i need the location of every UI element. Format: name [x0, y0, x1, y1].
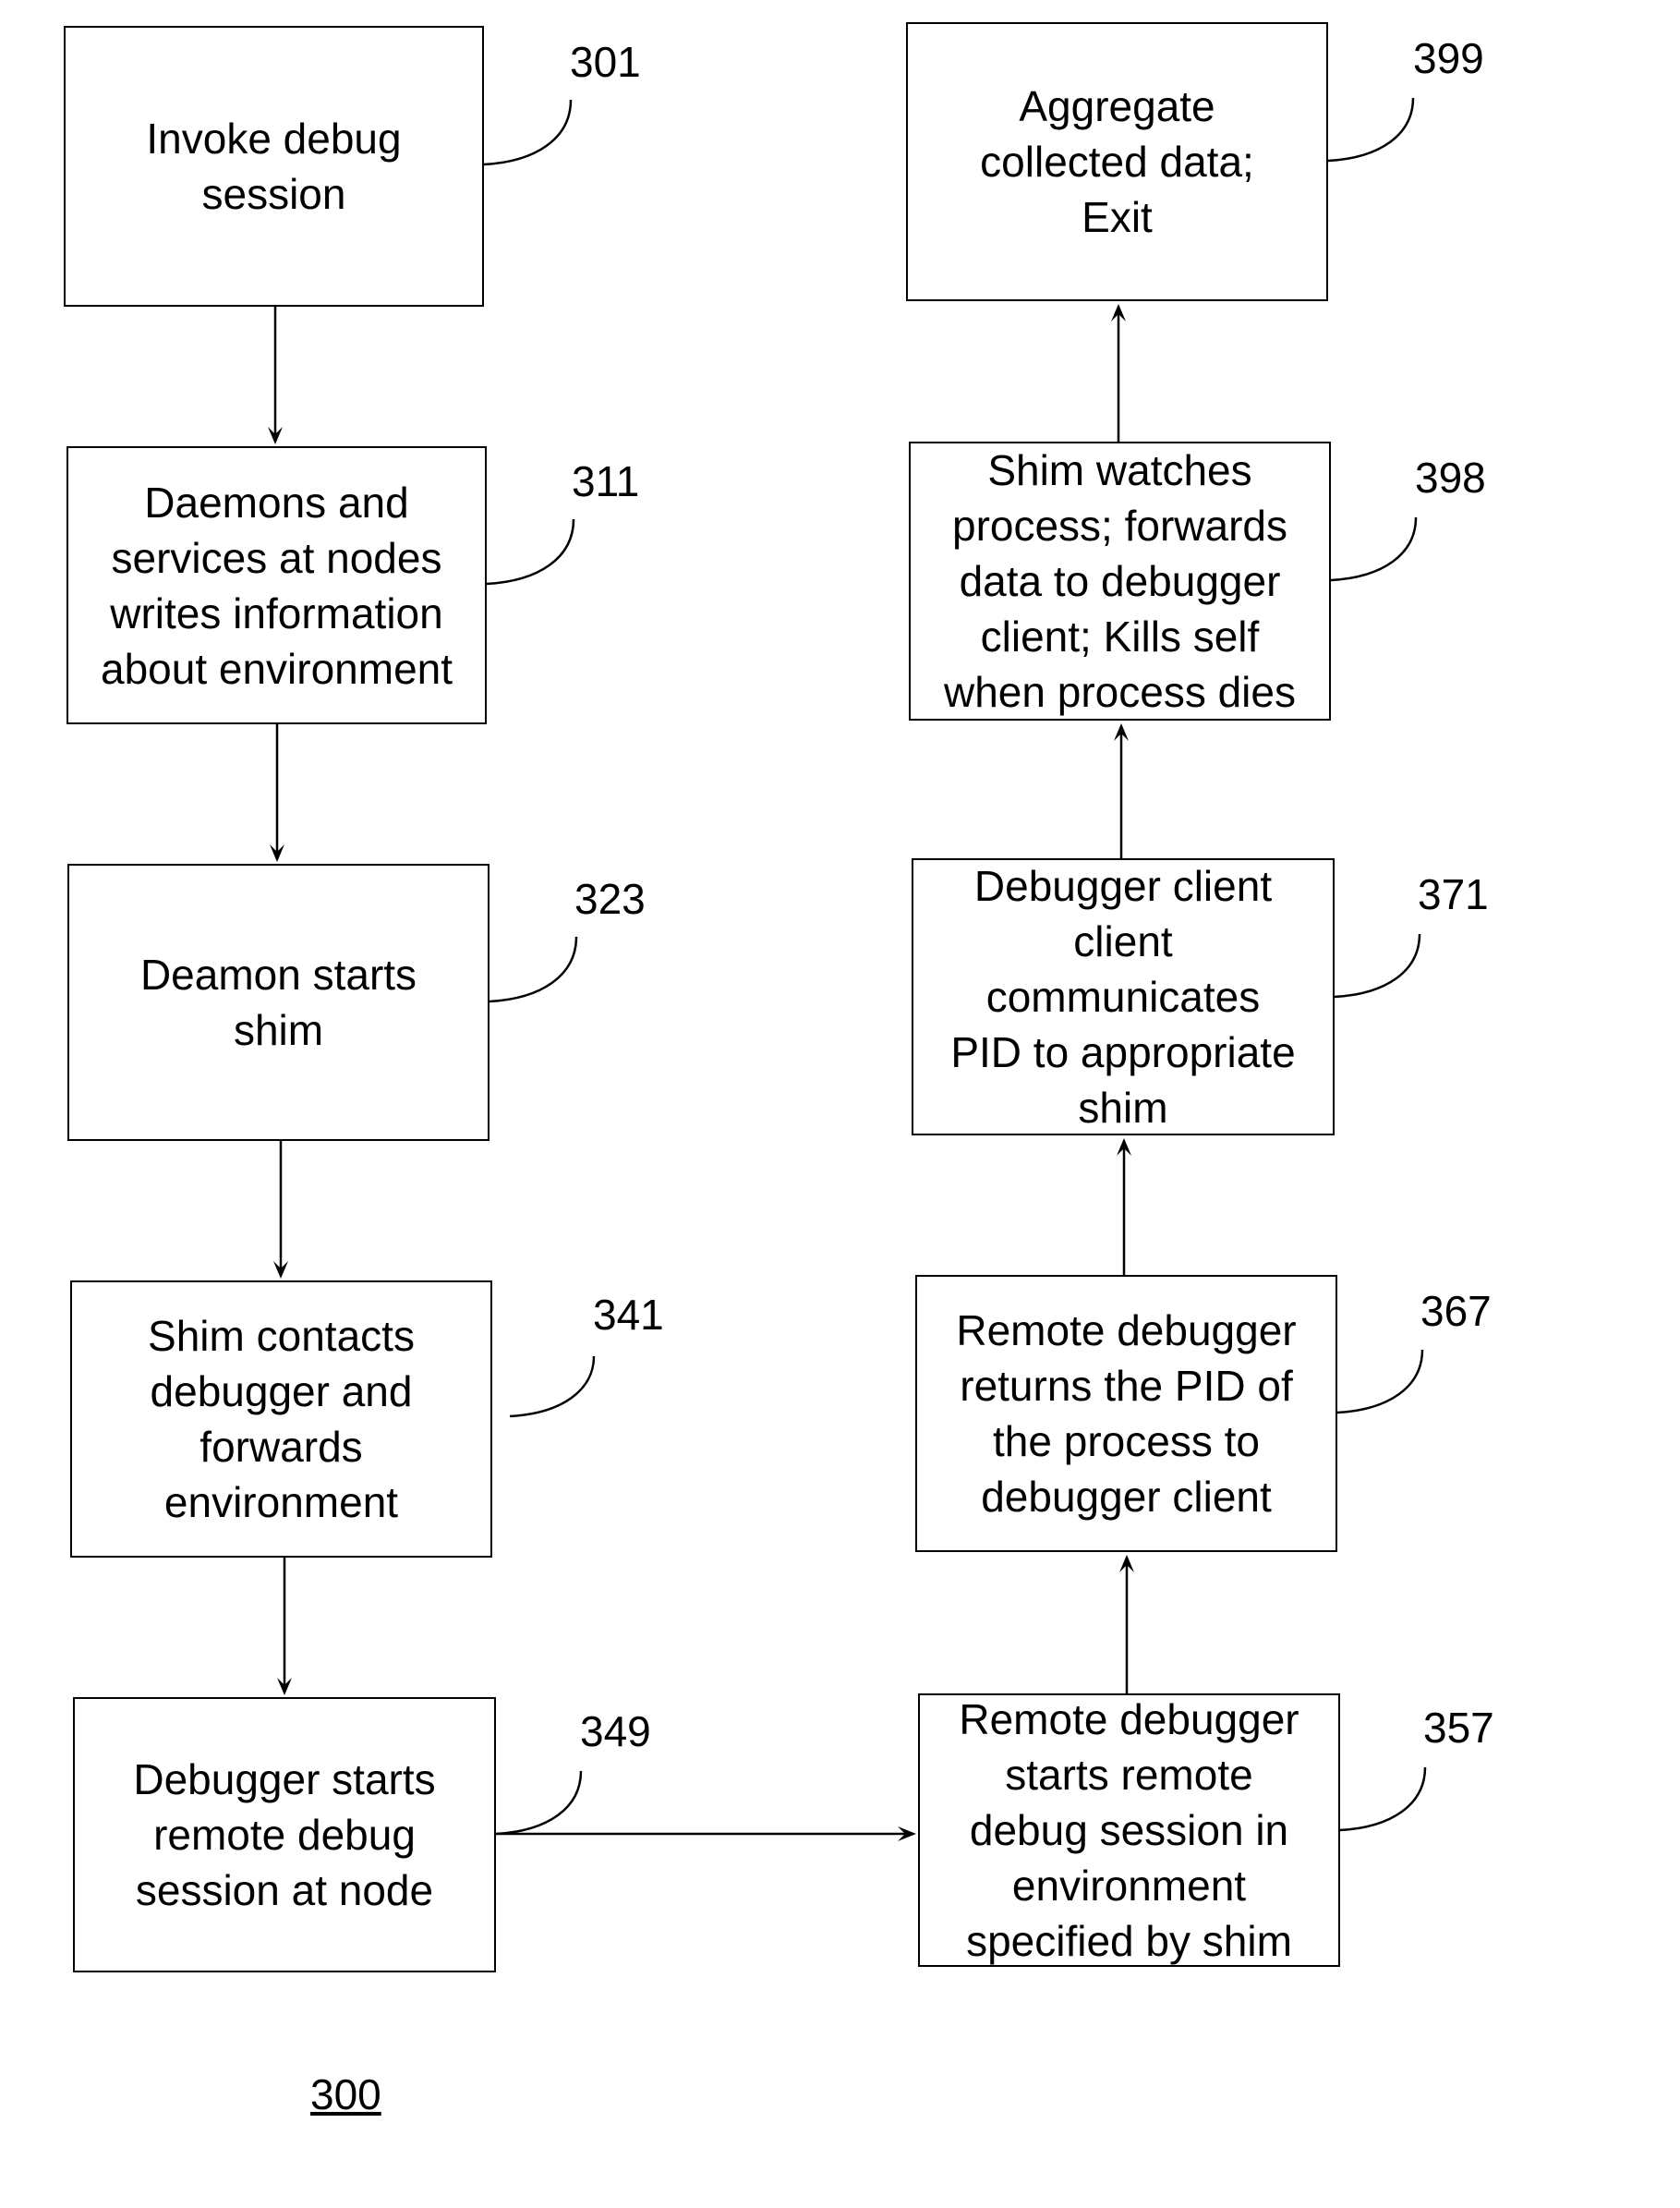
step-text: Remote debugger starts remote debug sess… — [959, 1695, 1299, 1965]
leader-301 — [483, 99, 573, 166]
ref-label-323: 323 — [574, 875, 646, 923]
leader-311 — [486, 518, 575, 586]
step-box-371: Debugger client client communicates PID … — [912, 858, 1335, 1135]
leader-349 — [495, 1770, 583, 1836]
ref-label-399: 399 — [1413, 34, 1484, 82]
step-text: Shim watches process; forwards data to d… — [944, 446, 1296, 716]
leader-371 — [1334, 933, 1421, 999]
leader-398 — [1330, 516, 1418, 582]
ref-label-398: 398 — [1415, 454, 1486, 502]
ref-label-349: 349 — [580, 1707, 651, 1755]
step-text: Debugger client client communicates PID … — [950, 862, 1296, 1132]
step-text: Deamon starts shim — [139, 951, 417, 1054]
step-box-357: Remote debugger starts remote debug sess… — [918, 1693, 1340, 1967]
ref-label-367: 367 — [1420, 1287, 1492, 1335]
leader-399 — [1327, 97, 1415, 163]
step-box-349: Debugger starts remote debug session at … — [73, 1697, 496, 1972]
step-text: Aggregate collected data; Exit — [980, 82, 1254, 241]
step-box-399: Aggregate collected data; Exit — [906, 22, 1328, 301]
step-box-367: Remote debugger returns the PID of the p… — [915, 1275, 1337, 1552]
step-text: Daemons and services at nodes writes inf… — [100, 478, 453, 693]
step-box-311: Daemons and services at nodes writes inf… — [66, 446, 487, 724]
leader-357 — [1339, 1766, 1427, 1832]
ref-label-357: 357 — [1423, 1704, 1494, 1752]
step-box-301: Invoke debug session — [64, 26, 484, 307]
ref-label-311: 311 — [572, 457, 640, 505]
figure-label: 300 — [310, 2070, 381, 2118]
step-text: Debugger starts remote debug session at … — [133, 1755, 436, 1914]
step-box-323: Deamon starts shim — [67, 864, 489, 1141]
step-box-398: Shim watches process; forwards data to d… — [909, 442, 1331, 721]
leader-323 — [489, 936, 578, 1003]
leader-367 — [1336, 1349, 1424, 1414]
leader-341 — [509, 1355, 596, 1418]
step-box-341: Shim contacts debugger and forwards envi… — [70, 1280, 492, 1558]
step-text: Remote debugger returns the PID of the p… — [956, 1306, 1297, 1521]
step-text: Shim contacts debugger and forwards envi… — [148, 1312, 415, 1526]
ref-label-371: 371 — [1418, 870, 1489, 918]
ref-label-301: 301 — [570, 38, 641, 86]
step-text: Invoke debug session — [146, 115, 402, 218]
ref-label-341: 341 — [593, 1291, 664, 1339]
